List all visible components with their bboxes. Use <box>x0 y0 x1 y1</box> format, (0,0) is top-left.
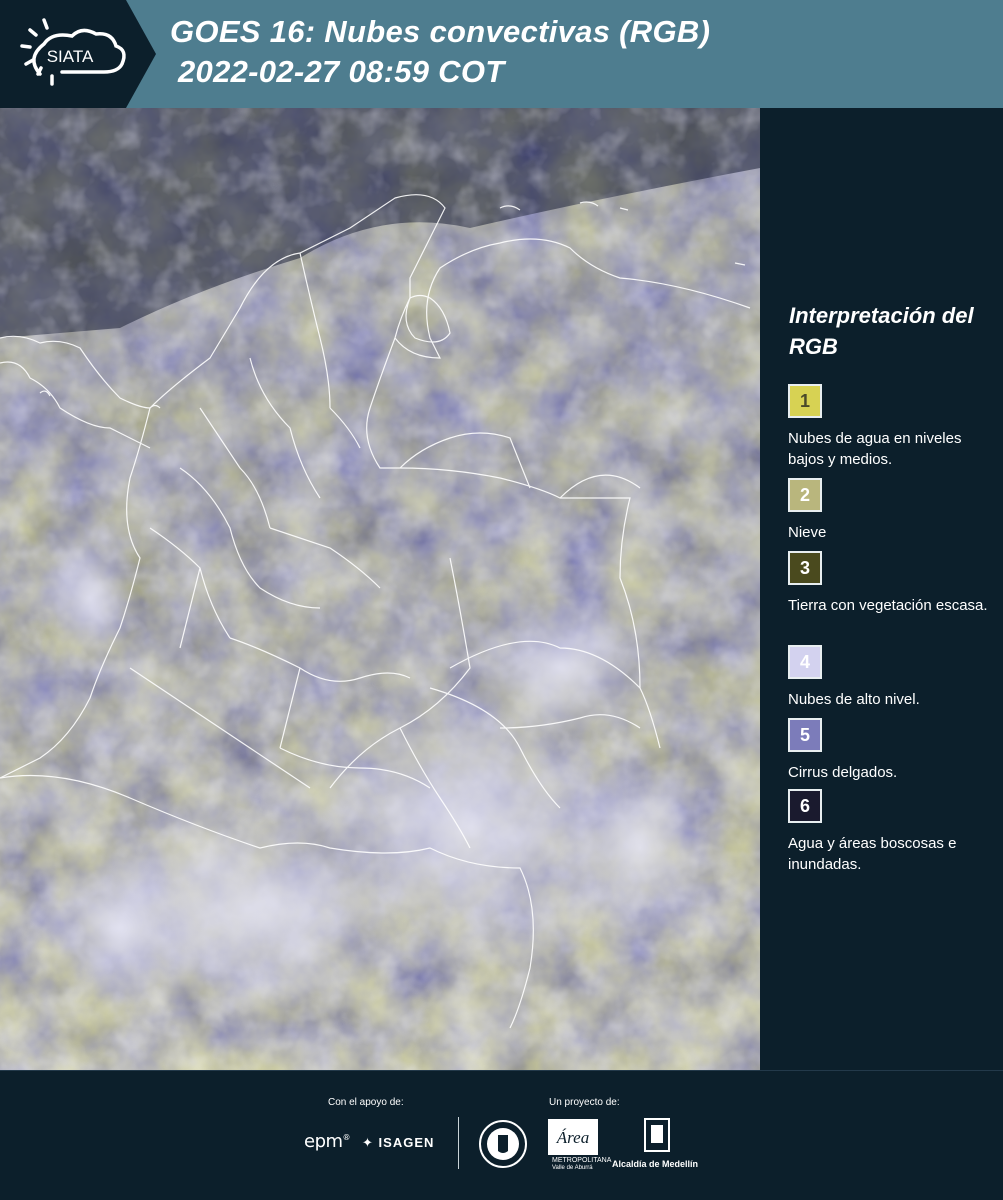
legend-item-2: 2 Nieve <box>788 478 998 543</box>
footer-bar: Con el apoyo de: Un proyecto de: epm® ✦ … <box>0 1070 1003 1200</box>
siata-logo-graphic: SIATA <box>0 0 156 108</box>
legend-description-6: Agua y áreas boscosas e inundadas. <box>788 835 957 873</box>
legend-description-2: Nieve <box>788 524 827 541</box>
legend-description-1: Nubes de agua en niveles bajos y medios. <box>788 430 962 468</box>
area-subtext-2: Valle de Aburrá <box>552 1165 593 1171</box>
legend-item-4: 4 Nubes de alto nivel. <box>788 645 998 710</box>
legend-swatch-2: 2 <box>788 478 822 512</box>
siata-logo[interactable]: SIATA <box>0 0 156 108</box>
legend-item-3: 3 Tierra con vegetación escasa. <box>788 551 998 616</box>
legend-panel: Interpretación del RGB 1 Nubes de agua e… <box>760 108 1003 1070</box>
coat-of-arms-icon <box>644 1118 670 1152</box>
legend-swatch-6: 6 <box>788 789 822 823</box>
support-label: Con el apoyo de: <box>328 1097 404 1108</box>
area-subtext: METROPOLITANA <box>552 1157 612 1164</box>
area-metropolitana-logo[interactable]: Área METROPOLITANA Valle de Aburrá <box>548 1119 611 1171</box>
legend-swatch-4: 4 <box>788 645 822 679</box>
footer-divider <box>458 1117 459 1169</box>
legend-item-6: 6 Agua y áreas boscosas e inundadas. <box>788 789 998 875</box>
legend-swatch-1: 1 <box>788 384 822 418</box>
header-bar: SIATA GOES 16: Nubes convectivas (RGB) 2… <box>0 0 1003 108</box>
seal-icon[interactable] <box>478 1119 528 1169</box>
legend-description-4: Nubes de alto nivel. <box>788 691 920 708</box>
siata-logo-text: SIATA <box>47 47 94 66</box>
area-logo-text: Área <box>556 1128 589 1147</box>
legend-description-3: Tierra con vegetación escasa. <box>788 597 988 614</box>
project-label: Un proyecto de: <box>549 1097 620 1108</box>
area-logo-graphic: Área <box>548 1119 598 1155</box>
legend-description-5: Cirrus delgados. <box>788 764 898 781</box>
legend-item-5: 5 Cirrus delgados. <box>788 718 998 783</box>
epm-logo[interactable]: epm® <box>304 1131 351 1152</box>
satellite-image <box>0 108 760 1070</box>
isagen-icon: ✦ <box>362 1135 374 1150</box>
legend-item-1: 1 Nubes de agua en niveles bajos y medio… <box>788 384 998 470</box>
alcaldia-text: Alcaldía de Medellín <box>612 1159 699 1169</box>
legend-title: Interpretación del RGB <box>789 303 974 359</box>
page-timestamp: 2022-02-27 08:59 COT <box>178 54 505 89</box>
page-title: GOES 16: Nubes convectivas (RGB) <box>170 14 711 49</box>
satellite-map[interactable] <box>0 108 760 1070</box>
isagen-logo-text: ISAGEN <box>378 1135 435 1150</box>
legend-swatch-5: 5 <box>788 718 822 752</box>
isagen-logo[interactable]: ✦ ISAGEN <box>362 1135 434 1151</box>
epm-logo-text: epm <box>304 1131 343 1152</box>
legend-swatch-3: 3 <box>788 551 822 585</box>
